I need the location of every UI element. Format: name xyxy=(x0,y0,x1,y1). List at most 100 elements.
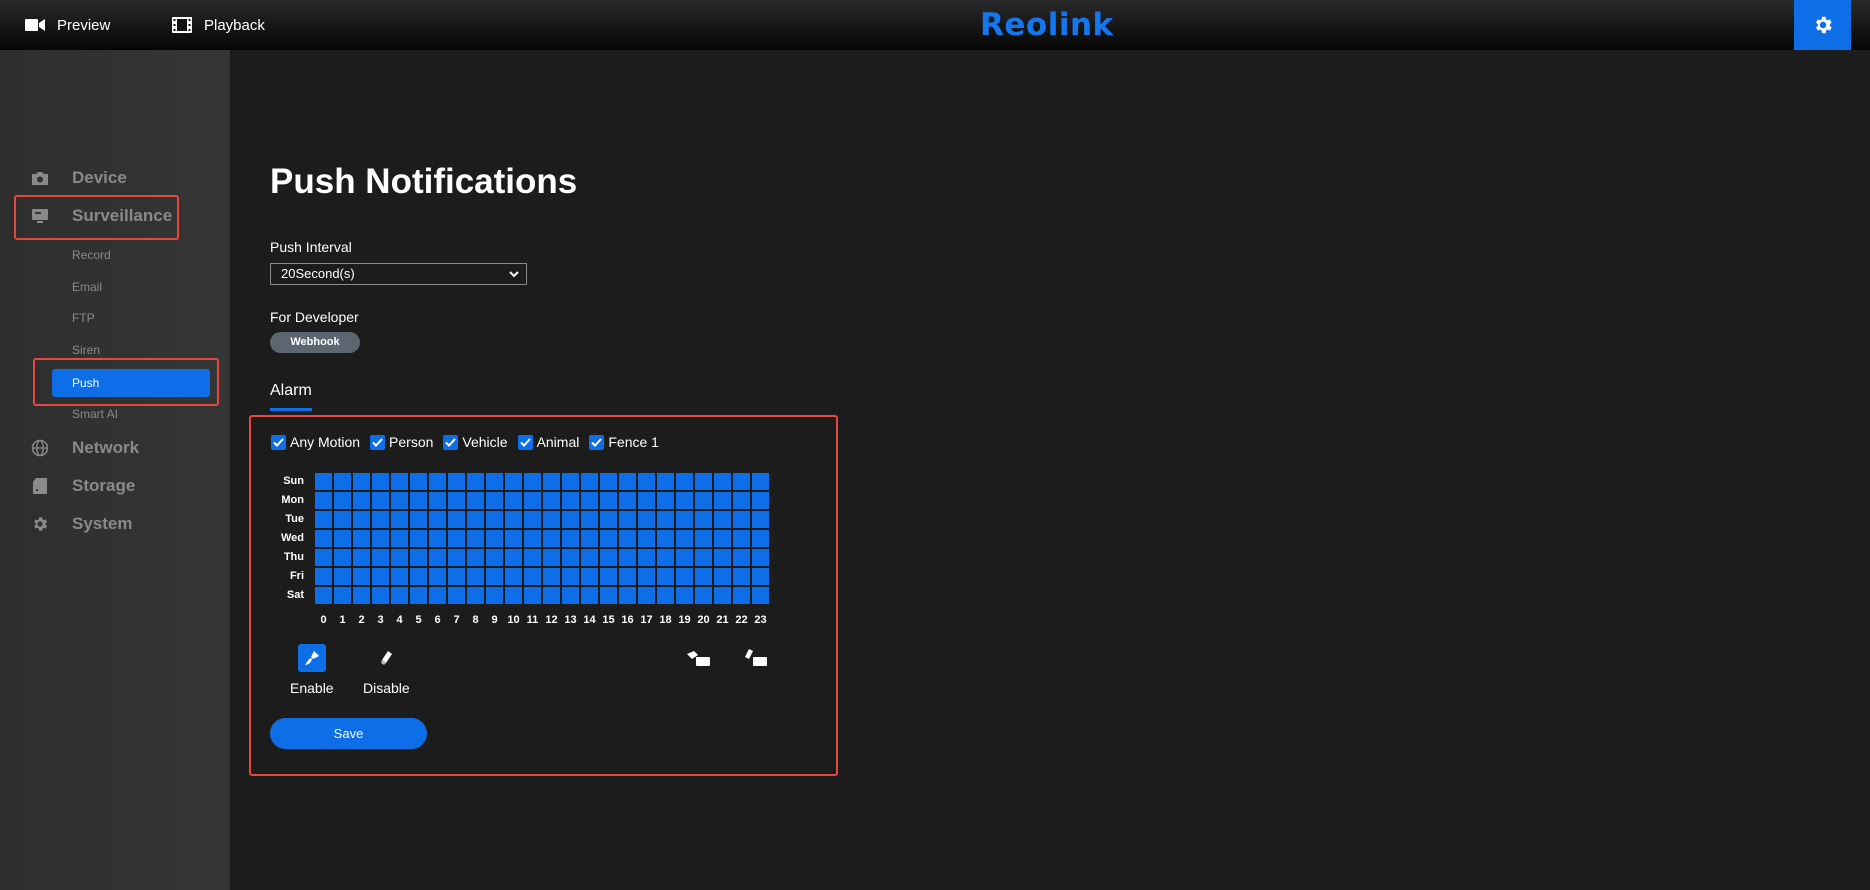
schedule-cell[interactable] xyxy=(524,587,541,604)
schedule-cell[interactable] xyxy=(600,587,617,604)
schedule-cell[interactable] xyxy=(562,587,579,604)
schedule-cell[interactable] xyxy=(372,473,389,490)
schedule-cell[interactable] xyxy=(543,587,560,604)
schedule-cell[interactable] xyxy=(581,549,598,566)
schedule-cell[interactable] xyxy=(676,492,693,509)
schedule-cell[interactable] xyxy=(353,530,370,547)
schedule-cell[interactable] xyxy=(429,511,446,528)
schedule-cell[interactable] xyxy=(581,511,598,528)
schedule-cell[interactable] xyxy=(448,473,465,490)
schedule-cell[interactable] xyxy=(543,492,560,509)
schedule-cell[interactable] xyxy=(752,549,769,566)
schedule-cell[interactable] xyxy=(714,473,731,490)
schedule-cell[interactable] xyxy=(676,530,693,547)
schedule-cell[interactable] xyxy=(638,492,655,509)
schedule-cell[interactable] xyxy=(619,511,636,528)
enable-brush-button[interactable] xyxy=(298,644,326,672)
schedule-cell[interactable] xyxy=(334,587,351,604)
enable-all-button[interactable] xyxy=(683,644,715,672)
schedule-cell[interactable] xyxy=(372,530,389,547)
schedule-cell[interactable] xyxy=(657,492,674,509)
schedule-cell[interactable] xyxy=(391,587,408,604)
disable-all-button[interactable] xyxy=(741,644,773,672)
schedule-cell[interactable] xyxy=(695,530,712,547)
schedule-cell[interactable] xyxy=(334,492,351,509)
schedule-cell[interactable] xyxy=(391,473,408,490)
schedule-cell[interactable] xyxy=(505,568,522,585)
schedule-cell[interactable] xyxy=(315,492,332,509)
push-interval-select[interactable]: 20Second(s) xyxy=(270,263,527,285)
schedule-cell[interactable] xyxy=(486,473,503,490)
schedule-cell[interactable] xyxy=(315,530,332,547)
schedule-cell[interactable] xyxy=(562,530,579,547)
schedule-cell[interactable] xyxy=(752,530,769,547)
schedule-cell[interactable] xyxy=(334,549,351,566)
sidebar-item-smart-ai[interactable]: Smart AI xyxy=(72,404,118,424)
schedule-cell[interactable] xyxy=(410,549,427,566)
schedule-cell[interactable] xyxy=(600,549,617,566)
schedule-cell[interactable] xyxy=(486,492,503,509)
schedule-cell[interactable] xyxy=(657,530,674,547)
schedule-cell[interactable] xyxy=(695,549,712,566)
schedule-cell[interactable] xyxy=(619,568,636,585)
schedule-cell[interactable] xyxy=(429,549,446,566)
schedule-cell[interactable] xyxy=(391,530,408,547)
schedule-cell[interactable] xyxy=(543,549,560,566)
settings-button[interactable] xyxy=(1794,0,1851,50)
schedule-cell[interactable] xyxy=(315,549,332,566)
schedule-cell[interactable] xyxy=(638,568,655,585)
schedule-cell[interactable] xyxy=(676,473,693,490)
schedule-cell[interactable] xyxy=(714,511,731,528)
schedule-cell[interactable] xyxy=(505,473,522,490)
schedule-cell[interactable] xyxy=(315,473,332,490)
schedule-cell[interactable] xyxy=(600,568,617,585)
schedule-cell[interactable] xyxy=(638,549,655,566)
schedule-cell[interactable] xyxy=(657,549,674,566)
playback-button[interactable]: Playback xyxy=(172,0,265,50)
schedule-cell[interactable] xyxy=(676,587,693,604)
schedule-cell[interactable] xyxy=(448,530,465,547)
schedule-cell[interactable] xyxy=(467,587,484,604)
schedule-cell[interactable] xyxy=(600,530,617,547)
schedule-cell[interactable] xyxy=(524,568,541,585)
schedule-cell[interactable] xyxy=(353,492,370,509)
schedule-cell[interactable] xyxy=(600,492,617,509)
schedule-cell[interactable] xyxy=(353,549,370,566)
sidebar-item-system[interactable]: System xyxy=(30,509,132,539)
schedule-cell[interactable] xyxy=(562,568,579,585)
schedule-cell[interactable] xyxy=(543,473,560,490)
schedule-cell[interactable] xyxy=(562,511,579,528)
schedule-cell[interactable] xyxy=(448,587,465,604)
checkbox-person[interactable]: Person xyxy=(370,434,433,450)
schedule-cell[interactable] xyxy=(448,568,465,585)
schedule-cell[interactable] xyxy=(752,492,769,509)
schedule-cell[interactable] xyxy=(695,587,712,604)
sidebar-item-siren[interactable]: Siren xyxy=(72,340,100,360)
schedule-cell[interactable] xyxy=(752,568,769,585)
schedule-cell[interactable] xyxy=(486,568,503,585)
schedule-cell[interactable] xyxy=(733,492,750,509)
schedule-cell[interactable] xyxy=(524,492,541,509)
schedule-cell[interactable] xyxy=(562,473,579,490)
schedule-cell[interactable] xyxy=(524,549,541,566)
schedule-cell[interactable] xyxy=(353,568,370,585)
schedule-cell[interactable] xyxy=(562,492,579,509)
schedule-cell[interactable] xyxy=(505,587,522,604)
schedule-cell[interactable] xyxy=(600,473,617,490)
schedule-cell[interactable] xyxy=(429,473,446,490)
schedule-cell[interactable] xyxy=(657,568,674,585)
schedule-cell[interactable] xyxy=(714,530,731,547)
schedule-cell[interactable] xyxy=(676,549,693,566)
schedule-cell[interactable] xyxy=(391,511,408,528)
schedule-cell[interactable] xyxy=(619,492,636,509)
schedule-cell[interactable] xyxy=(524,530,541,547)
schedule-cell[interactable] xyxy=(391,568,408,585)
schedule-cell[interactable] xyxy=(353,473,370,490)
schedule-cell[interactable] xyxy=(657,473,674,490)
schedule-cell[interactable] xyxy=(467,568,484,585)
schedule-cell[interactable] xyxy=(315,568,332,585)
schedule-cell[interactable] xyxy=(581,492,598,509)
schedule-cell[interactable] xyxy=(315,511,332,528)
schedule-cell[interactable] xyxy=(695,568,712,585)
schedule-cell[interactable] xyxy=(638,473,655,490)
